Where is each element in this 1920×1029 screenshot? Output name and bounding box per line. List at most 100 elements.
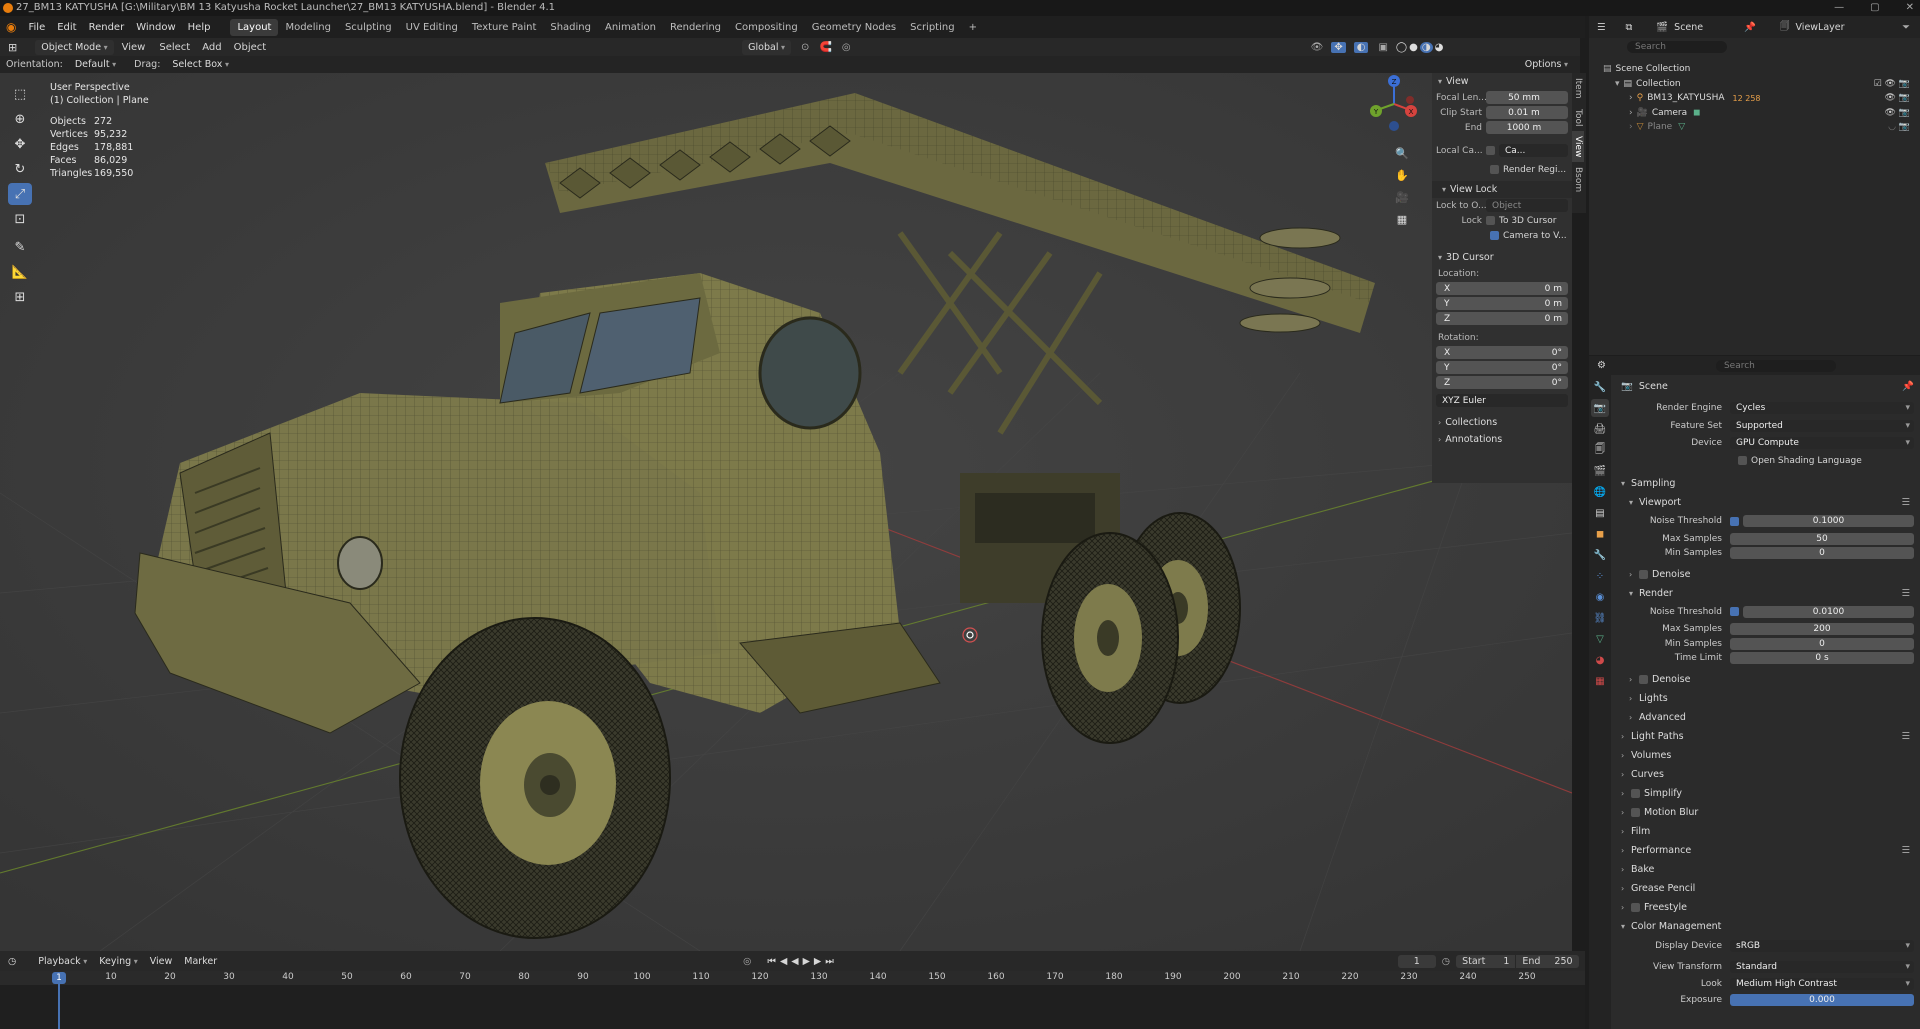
rendered-shading-icon[interactable]: ◕ bbox=[1435, 42, 1444, 53]
section-simplify[interactable]: › Simplify bbox=[1615, 784, 1920, 803]
annotate-tool-icon[interactable]: ✎ bbox=[8, 236, 32, 258]
tab-item[interactable]: Item bbox=[1572, 73, 1584, 104]
clip-start-field[interactable]: 0.01 m bbox=[1486, 106, 1568, 119]
wireframe-shading-icon[interactable]: ◯ bbox=[1396, 42, 1407, 53]
keying-menu[interactable]: Keying bbox=[93, 954, 143, 969]
section-film[interactable]: › Film bbox=[1615, 822, 1920, 841]
device-dropdown[interactable]: GPU Compute ▾ bbox=[1730, 437, 1914, 450]
gizmo-toggle-icon[interactable]: ✥ bbox=[1331, 41, 1346, 53]
filter-icon[interactable]: ⏷ bbox=[1902, 22, 1910, 33]
menu-object[interactable]: Object bbox=[228, 42, 273, 53]
data-tab-icon[interactable]: ▽ bbox=[1591, 630, 1609, 648]
pin-icon[interactable]: 📌 bbox=[1744, 22, 1756, 33]
pivot-icon[interactable]: ⊙ bbox=[801, 42, 809, 53]
r-max-samples-field[interactable]: 200 bbox=[1730, 623, 1914, 636]
add-workspace-button[interactable]: + bbox=[962, 19, 984, 36]
menu-window[interactable]: Window bbox=[130, 22, 181, 33]
navigation-gizmo[interactable]: Z X Y bbox=[1360, 73, 1430, 143]
lights-subsection[interactable]: › Lights bbox=[1615, 689, 1920, 708]
view-lock-header[interactable]: ▾ View Lock bbox=[1432, 181, 1572, 198]
cursor-tool-icon[interactable]: ⊕ bbox=[8, 108, 32, 130]
end-frame-field[interactable]: End 250 bbox=[1516, 954, 1579, 968]
material-tab-icon[interactable]: ◕ bbox=[1591, 651, 1609, 669]
loc-x-field[interactable]: 0 m bbox=[1545, 284, 1562, 294]
drag-dropdown[interactable]: Select Box bbox=[166, 57, 235, 72]
advanced-subsection[interactable]: › Advanced bbox=[1615, 708, 1920, 727]
mode-dropdown[interactable]: Object Mode bbox=[35, 39, 114, 55]
zoom-icon[interactable]: 🔍 bbox=[1392, 143, 1412, 163]
scene-tab-icon[interactable]: 🎬 bbox=[1591, 462, 1609, 480]
motion-blur-checkbox[interactable] bbox=[1631, 807, 1640, 817]
editor-type-icon[interactable]: ⊞ bbox=[8, 41, 17, 54]
rot-x-field[interactable]: 0° bbox=[1552, 348, 1562, 358]
start-frame-field[interactable]: Start 1 bbox=[1456, 954, 1516, 968]
r-denoise-checkbox[interactable] bbox=[1639, 674, 1648, 684]
playback-controls[interactable]: ⏮◀◀▶▶⏭ bbox=[767, 956, 837, 967]
tab-shading[interactable]: Shading bbox=[543, 19, 598, 36]
rotate-tool-icon[interactable]: ↻ bbox=[8, 158, 32, 180]
menu-edit[interactable]: Edit bbox=[51, 22, 82, 33]
r-denoise-subsection[interactable]: › Denoise bbox=[1615, 670, 1920, 689]
section-motion-blur[interactable]: › Motion Blur bbox=[1615, 803, 1920, 822]
render-engine-dropdown[interactable]: Cycles ▾ bbox=[1730, 402, 1914, 415]
local-camera-field[interactable]: Ca... bbox=[1499, 144, 1568, 157]
camera-to-view-checkbox[interactable] bbox=[1490, 231, 1499, 240]
xray-icon[interactable]: ▣ bbox=[1378, 42, 1387, 53]
tab-geometry-nodes[interactable]: Geometry Nodes bbox=[805, 19, 903, 36]
rot-y-field[interactable]: 0° bbox=[1552, 363, 1562, 373]
section-grease-pencil[interactable]: › Grease Pencil bbox=[1615, 879, 1920, 898]
view-layer-tab-icon[interactable]: 🗐 bbox=[1591, 441, 1609, 459]
menu-view[interactable]: View bbox=[114, 42, 154, 53]
menu-render[interactable]: Render bbox=[83, 22, 131, 33]
tab-animation[interactable]: Animation bbox=[598, 19, 663, 36]
menu-help[interactable]: Help bbox=[182, 22, 217, 33]
sampling-section-header[interactable]: ▾ Sampling bbox=[1615, 474, 1920, 493]
tab-texture-paint[interactable]: Texture Paint bbox=[465, 19, 544, 36]
snap-icon[interactable]: 🧲 bbox=[819, 42, 831, 53]
solid-shading-icon[interactable]: ● bbox=[1409, 42, 1418, 53]
r-noise-threshold-checkbox[interactable] bbox=[1730, 607, 1739, 617]
3d-viewport[interactable]: User Perspective (1) Collection | Plane … bbox=[0, 73, 1572, 951]
viewport-subsection-header[interactable]: ▾ Viewport ☰ bbox=[1615, 493, 1920, 512]
transform-orientation-dropdown[interactable]: Global bbox=[742, 39, 792, 55]
menu-select[interactable]: Select bbox=[153, 42, 196, 53]
view-menu[interactable]: View bbox=[144, 954, 179, 969]
r-time-limit-field[interactable]: 0 s bbox=[1730, 652, 1914, 665]
playback-menu[interactable]: Playback bbox=[32, 954, 93, 969]
presets-icon[interactable]: ☰ bbox=[1901, 845, 1910, 856]
annotations-section-header[interactable]: › Annotations bbox=[1432, 431, 1572, 448]
modifier-tab-icon[interactable]: 🔧 bbox=[1591, 546, 1609, 564]
section-light-paths[interactable]: › Light Paths ☰ bbox=[1615, 727, 1920, 746]
view-section-header[interactable]: ▾ View bbox=[1432, 73, 1572, 90]
current-frame-field[interactable]: 1 bbox=[1397, 954, 1436, 968]
timeline-area[interactable] bbox=[0, 985, 1585, 1029]
tab-scripting[interactable]: Scripting bbox=[903, 19, 961, 36]
visibility-icon[interactable]: 👁 bbox=[1311, 42, 1324, 53]
tool-tab-icon[interactable]: 🔧 bbox=[1591, 378, 1609, 396]
local-camera-checkbox[interactable] bbox=[1486, 146, 1495, 155]
render-subsection-header[interactable]: ▾ Render ☰ bbox=[1615, 584, 1920, 603]
tab-bsom[interactable]: Bsom bbox=[1572, 162, 1584, 197]
transform-tool-icon[interactable]: ⊡ bbox=[8, 208, 32, 230]
view-layer-selector[interactable]: ViewLayer bbox=[1796, 22, 1845, 33]
vp-noise-threshold-field[interactable]: 0.1000 bbox=[1743, 515, 1914, 528]
vp-max-samples-field[interactable]: 50 bbox=[1730, 532, 1914, 545]
material-shading-icon[interactable]: ◑ bbox=[1419, 41, 1433, 53]
particles-tab-icon[interactable]: ⁘ bbox=[1591, 567, 1609, 585]
freestyle-checkbox[interactable] bbox=[1631, 902, 1640, 912]
perspective-toggle-icon[interactable]: ▦ bbox=[1392, 209, 1412, 229]
presets-icon[interactable]: ☰ bbox=[1901, 588, 1910, 599]
osl-checkbox[interactable] bbox=[1738, 456, 1747, 466]
properties-editor-icon[interactable]: ⚙ bbox=[1597, 360, 1606, 371]
loc-y-field[interactable]: 0 m bbox=[1545, 299, 1562, 309]
tab-rendering[interactable]: Rendering bbox=[663, 19, 728, 36]
outliner-row-scene-collection[interactable]: ▤ Scene Collection bbox=[1589, 62, 1920, 77]
vp-denoise-subsection[interactable]: › Denoise bbox=[1615, 565, 1920, 584]
orientation-dropdown[interactable]: Default bbox=[68, 57, 123, 72]
outliner-search-input[interactable]: Search bbox=[1627, 41, 1727, 53]
feature-set-dropdown[interactable]: Supported ▾ bbox=[1730, 419, 1914, 432]
constraints-tab-icon[interactable]: ⛓ bbox=[1591, 609, 1609, 627]
tab-layout[interactable]: Layout bbox=[230, 18, 279, 36]
timeline-editor-icon[interactable]: ◷ bbox=[8, 956, 16, 967]
tab-view[interactable]: View bbox=[1572, 130, 1584, 163]
